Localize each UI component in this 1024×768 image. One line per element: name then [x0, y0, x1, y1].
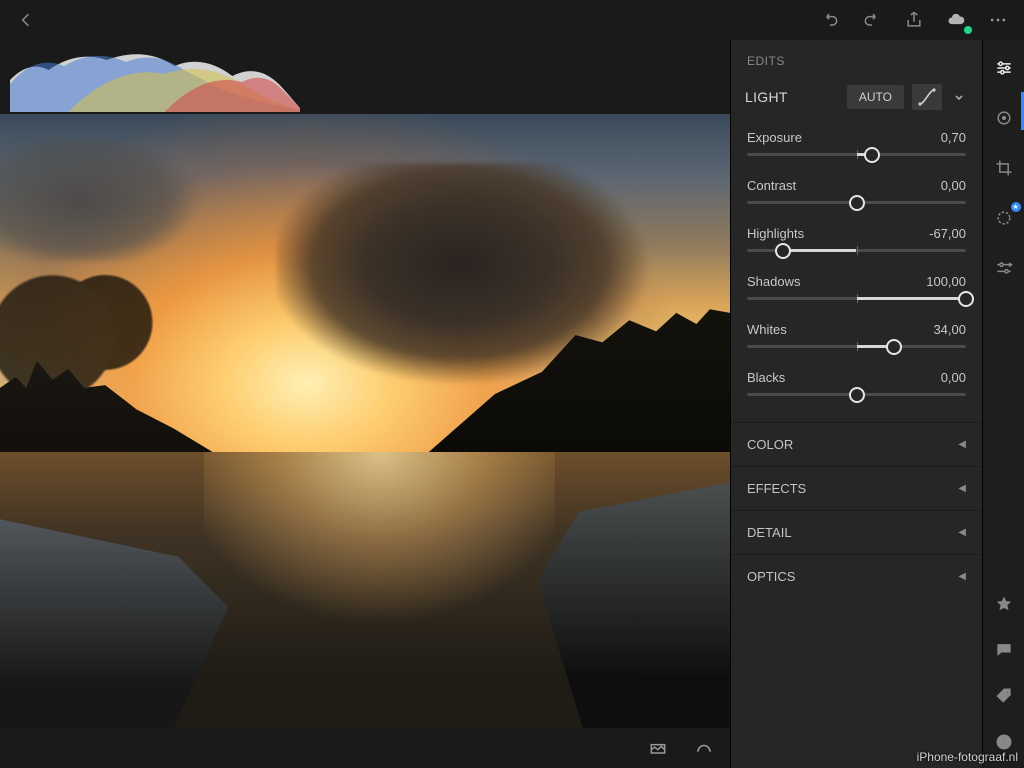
healing-tool-icon[interactable]: ★: [990, 204, 1018, 232]
slider-value: 0,70: [941, 130, 966, 145]
slider-knob[interactable]: [775, 243, 791, 259]
section-color[interactable]: COLOR ◀: [731, 422, 982, 466]
slider-label: Contrast: [747, 178, 796, 193]
collapse-arrow-icon: ◀: [958, 483, 966, 494]
keywords-icon[interactable]: [990, 682, 1018, 710]
share-button[interactable]: [900, 6, 928, 34]
slider-value: 0,00: [941, 370, 966, 385]
tool-strip: ★: [982, 40, 1024, 768]
new-badge-icon: ★: [1011, 202, 1021, 212]
slider-label: Blacks: [747, 370, 785, 385]
app-root: EDITS LIGHT AUTO Exposure 0,70 Contrast 0,0…: [0, 0, 1024, 768]
panel-title: EDITS: [731, 40, 982, 74]
slider-value: 0,00: [941, 178, 966, 193]
canvas-bottom-bar: [0, 728, 730, 768]
section-title: EFFECTS: [747, 481, 806, 496]
slider-label: Exposure: [747, 130, 802, 145]
crop-tool-icon[interactable]: [990, 154, 1018, 182]
section-detail[interactable]: DETAIL ◀: [731, 510, 982, 554]
collapse-arrow-icon: ◀: [958, 571, 966, 582]
tone-curve-button[interactable]: [912, 84, 942, 110]
slider-exposure[interactable]: Exposure 0,70: [747, 124, 966, 172]
sync-ok-indicator: [964, 26, 972, 34]
rate-star-icon[interactable]: [990, 590, 1018, 618]
section-title: DETAIL: [747, 525, 792, 540]
light-collapse-toggle[interactable]: [950, 91, 968, 103]
slider-highlights[interactable]: Highlights -67,00: [747, 220, 966, 268]
slider-knob[interactable]: [849, 195, 865, 211]
section-optics[interactable]: OPTICS ◀: [731, 554, 982, 598]
color-mix-tool-icon[interactable]: [990, 104, 1018, 132]
photo-preview: [0, 114, 730, 728]
slider-track[interactable]: [747, 393, 966, 396]
adjust-tool-icon[interactable]: [990, 54, 1018, 82]
cloud-sync-button[interactable]: [942, 6, 970, 34]
slider-track[interactable]: [747, 249, 966, 252]
comments-icon[interactable]: [990, 636, 1018, 664]
top-toolbar: [0, 0, 1024, 40]
slider-whites[interactable]: Whites 34,00: [747, 316, 966, 364]
slider-label: Highlights: [747, 226, 804, 241]
slider-knob[interactable]: [849, 387, 865, 403]
light-title: LIGHT: [745, 89, 839, 105]
slider-blacks[interactable]: Blacks 0,00: [747, 364, 966, 412]
slider-value: 100,00: [926, 274, 966, 289]
slider-track[interactable]: [747, 297, 966, 300]
slider-label: Shadows: [747, 274, 800, 289]
redo-button[interactable]: [816, 6, 844, 34]
collapse-arrow-icon: ◀: [958, 439, 966, 450]
watermark: iPhone-fotograaf.nl: [917, 750, 1018, 764]
slider-knob[interactable]: [886, 339, 902, 355]
filmstrip-toggle[interactable]: [644, 734, 672, 762]
back-button[interactable]: [12, 6, 40, 34]
auto-button[interactable]: AUTO: [847, 85, 904, 109]
light-section-head[interactable]: LIGHT AUTO: [731, 74, 982, 120]
selective-tool-icon[interactable]: [990, 254, 1018, 282]
slider-shadows[interactable]: Shadows 100,00: [747, 268, 966, 316]
histogram[interactable]: [10, 40, 300, 112]
before-after-toggle[interactable]: [690, 734, 718, 762]
undo-button[interactable]: [858, 6, 886, 34]
slider-value: -67,00: [929, 226, 966, 241]
light-sliders: Exposure 0,70 Contrast 0,00 Highlights -67,00…: [731, 120, 982, 422]
main-area: EDITS LIGHT AUTO Exposure 0,70 Contrast 0,0…: [0, 40, 1024, 768]
canvas-side: [0, 40, 730, 768]
photo-canvas[interactable]: [0, 114, 730, 728]
slider-track[interactable]: [747, 201, 966, 204]
slider-track[interactable]: [747, 345, 966, 348]
section-title: OPTICS: [747, 569, 795, 584]
collapsed-sections: COLOR ◀ EFFECTS ◀ DETAIL ◀ OPTICS ◀: [731, 422, 982, 598]
section-effects[interactable]: EFFECTS ◀: [731, 466, 982, 510]
slider-contrast[interactable]: Contrast 0,00: [747, 172, 966, 220]
more-button[interactable]: [984, 6, 1012, 34]
slider-value: 34,00: [933, 322, 966, 337]
collapse-arrow-icon: ◀: [958, 527, 966, 538]
section-title: COLOR: [747, 437, 793, 452]
slider-knob[interactable]: [864, 147, 880, 163]
slider-knob[interactable]: [958, 291, 974, 307]
slider-label: Whites: [747, 322, 787, 337]
slider-track[interactable]: [747, 153, 966, 156]
edit-panel: EDITS LIGHT AUTO Exposure 0,70 Contrast 0,0…: [730, 40, 982, 768]
